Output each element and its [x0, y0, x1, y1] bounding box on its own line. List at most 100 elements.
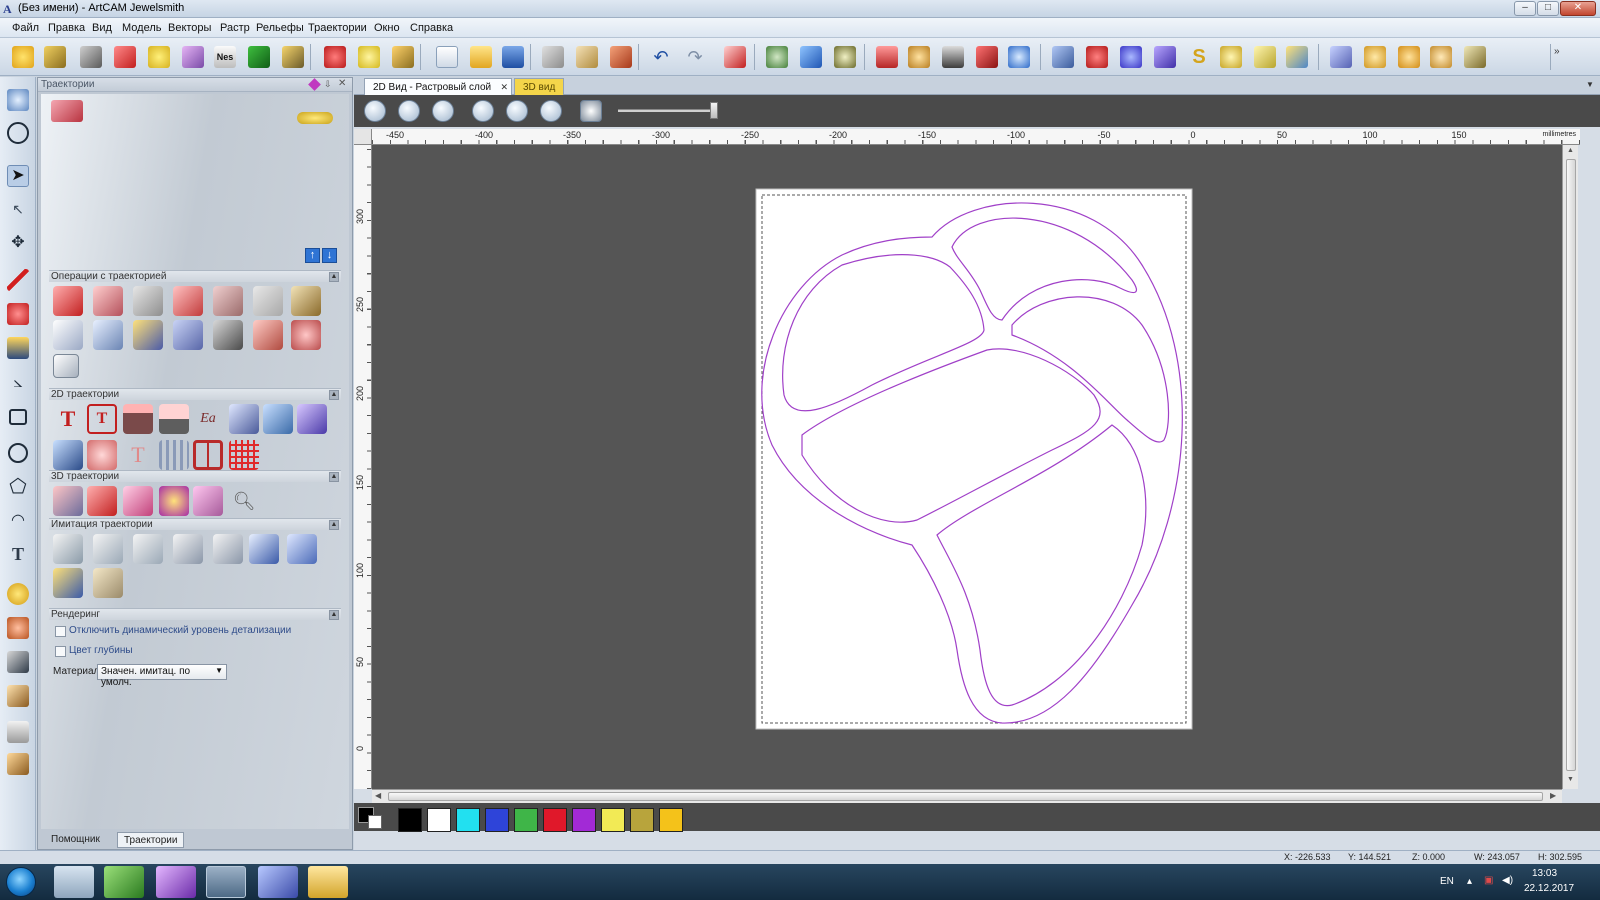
tool-database-icon[interactable]: [253, 286, 283, 316]
move-up-button[interactable]: ↑: [305, 248, 320, 263]
move-down-button[interactable]: ↓: [322, 248, 337, 263]
zoom-previous-icon[interactable]: [432, 100, 454, 122]
color-swatch-gold[interactable]: [659, 808, 683, 832]
undo-icon[interactable]: ↶: [650, 46, 672, 68]
calculator-icon[interactable]: [54, 866, 94, 898]
toolpath-info-icon[interactable]: [93, 286, 123, 316]
section-simulation[interactable]: Имитация траектории ▲: [49, 518, 341, 530]
color-swatch-olive[interactable]: [630, 808, 654, 832]
menu-view[interactable]: Вид: [92, 22, 112, 34]
sim-pause-icon[interactable]: [173, 534, 203, 564]
volume-icon[interactable]: ◀): [1502, 875, 1513, 886]
model-icon[interactable]: [1430, 46, 1452, 68]
section-operations[interactable]: Операции с траекторией ▲: [49, 270, 341, 282]
zoom-slider-track[interactable]: [618, 109, 718, 112]
bevel-carving-icon[interactable]: [263, 404, 293, 434]
z-level-icon[interactable]: [123, 486, 153, 516]
sweep-icon[interactable]: [1154, 46, 1176, 68]
tab-2d-view[interactable]: 2D Вид - Растровый слой ✕: [364, 78, 512, 95]
brush-icon[interactable]: [7, 651, 29, 673]
sim-save-icon[interactable]: [53, 568, 83, 598]
smooth-icon[interactable]: [7, 617, 29, 639]
curve-tool-icon[interactable]: [44, 46, 66, 68]
menu-vectors[interactable]: Векторы: [168, 22, 211, 34]
collapse-arrow-icon[interactable]: ▲: [329, 390, 339, 400]
bevel-icon[interactable]: [1052, 46, 1074, 68]
area-clearance-icon[interactable]: T: [87, 404, 117, 434]
merge-toolpath-icon[interactable]: [173, 286, 203, 316]
node-edit-icon[interactable]: [324, 46, 346, 68]
collapse-arrow-icon[interactable]: ▲: [329, 610, 339, 620]
artcam-app-icon[interactable]: A: [3, 2, 15, 16]
open-folder-icon[interactable]: [470, 46, 492, 68]
calculate-toolpaths-icon[interactable]: [53, 286, 83, 316]
color-swatch-black[interactable]: [398, 808, 422, 832]
feature-3d-icon[interactable]: [159, 486, 189, 516]
plane-icon[interactable]: [1330, 46, 1352, 68]
scissors-icon[interactable]: [80, 46, 102, 68]
move-icon[interactable]: ✥: [7, 233, 29, 255]
app-green-icon[interactable]: [104, 866, 144, 898]
inlay-icon[interactable]: [123, 404, 153, 434]
star-shape-icon[interactable]: [1120, 46, 1142, 68]
arc-icon[interactable]: ◠: [7, 511, 29, 533]
tab-close-icon[interactable]: ✕: [500, 82, 508, 93]
scroll-down-icon[interactable]: ▼: [1567, 776, 1574, 783]
stack-icon[interactable]: [173, 320, 203, 350]
color-swatch-cyan[interactable]: [456, 808, 480, 832]
copy-icon[interactable]: [576, 46, 598, 68]
figure-icon[interactable]: [1364, 46, 1386, 68]
text-icon[interactable]: T: [7, 543, 29, 565]
sim-block-icon[interactable]: [53, 534, 83, 564]
menu-bitmap[interactable]: Растр: [220, 22, 250, 34]
color-swatch-yellow[interactable]: [601, 808, 625, 832]
zoom-fit-icon[interactable]: [472, 100, 494, 122]
tab-3d-view[interactable]: 3D вид: [514, 78, 565, 95]
secondary-color-swatch[interactable]: [368, 815, 382, 829]
transform-icon[interactable]: [358, 46, 380, 68]
zoom-page-icon[interactable]: [506, 100, 528, 122]
ring-icon[interactable]: [876, 46, 898, 68]
select-rect-icon[interactable]: [7, 89, 29, 111]
copy-toolpath-icon[interactable]: [133, 286, 163, 316]
grid-tool-icon[interactable]: [248, 46, 270, 68]
zoom-out-icon[interactable]: [398, 100, 420, 122]
edit-icon[interactable]: [724, 46, 746, 68]
smart-engraving-icon[interactable]: [297, 404, 327, 434]
machine-icon[interactable]: [942, 46, 964, 68]
app-purple-icon[interactable]: [156, 866, 196, 898]
scroll-right-icon[interactable]: ▶: [1550, 791, 1556, 800]
cut-icon[interactable]: [542, 46, 564, 68]
globe-outline-icon[interactable]: [7, 122, 29, 144]
drill-bits-icon[interactable]: [297, 112, 333, 124]
depth-color-checkbox[interactable]: [55, 646, 66, 657]
redo-icon[interactable]: ↷: [684, 46, 706, 68]
strip-icon[interactable]: [253, 320, 283, 350]
menu-model[interactable]: Модель: [122, 22, 161, 34]
collapse-arrow-icon[interactable]: ▲: [329, 520, 339, 530]
zoom-all-icon[interactable]: [540, 100, 562, 122]
color-swatch-blue[interactable]: [485, 808, 509, 832]
feature-machining-icon[interactable]: [87, 440, 117, 470]
eraser-icon[interactable]: [7, 721, 29, 743]
color-swatch-purple[interactable]: [572, 808, 596, 832]
paste-icon[interactable]: [610, 46, 632, 68]
teddy-icon[interactable]: [908, 46, 930, 68]
delete-toolpath-icon[interactable]: [213, 286, 243, 316]
tabs-menu-icon[interactable]: ▼: [1586, 80, 1594, 89]
profile-icon[interactable]: T: [53, 404, 83, 434]
report-icon[interactable]: [53, 354, 79, 378]
fluting-icon[interactable]: [53, 440, 83, 470]
node-select-icon[interactable]: ↖: [7, 199, 29, 221]
select-arrow-icon[interactable]: ➤: [7, 165, 29, 187]
panel-pin-icon[interactable]: [308, 78, 321, 91]
start-button[interactable]: [6, 867, 36, 897]
rectangle-icon[interactable]: [9, 409, 27, 425]
layers-icon[interactable]: [182, 46, 204, 68]
polygon-icon[interactable]: ⬠: [7, 477, 29, 499]
save-toolpath-icon[interactable]: [133, 320, 163, 350]
minimize-button[interactable]: –: [1514, 1, 1536, 16]
fill-icon[interactable]: [7, 337, 29, 359]
sim-all-icon[interactable]: [133, 534, 163, 564]
clock-time[interactable]: 13:03: [1532, 868, 1557, 879]
